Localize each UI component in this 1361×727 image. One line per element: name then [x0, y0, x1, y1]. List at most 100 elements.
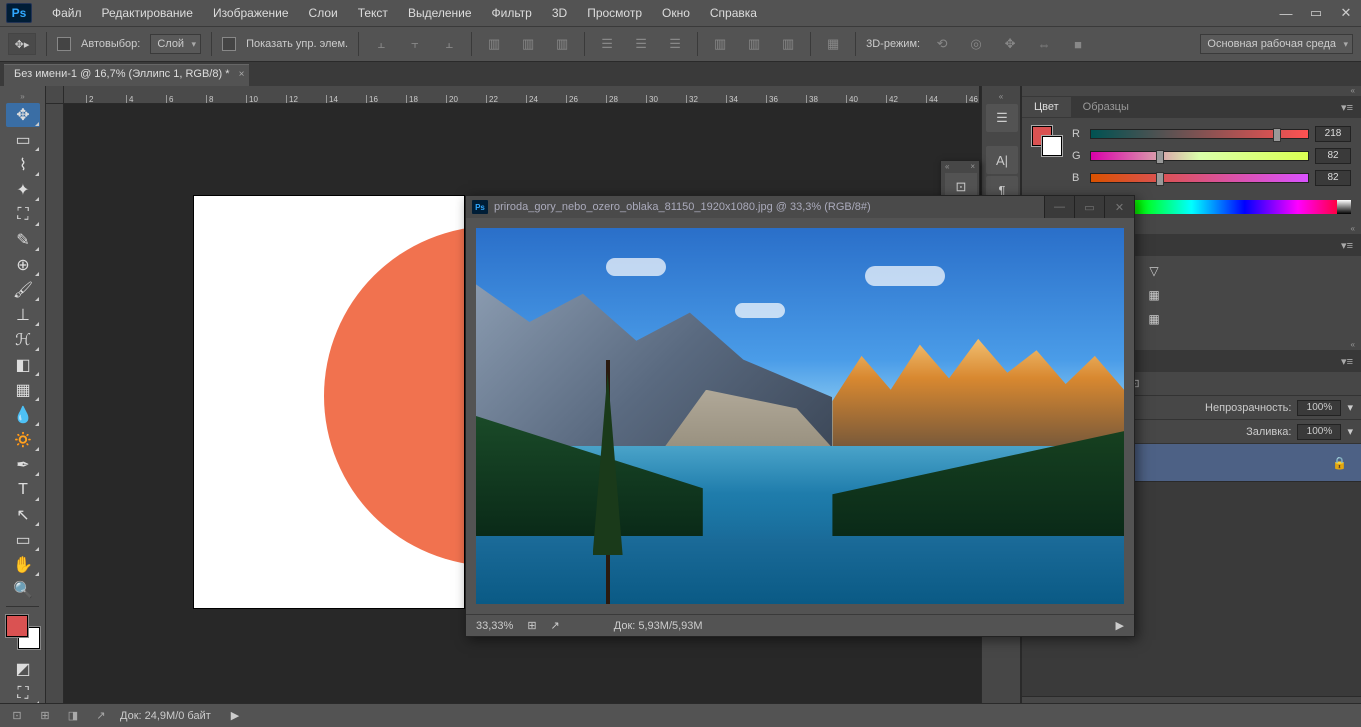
dropdown-icon[interactable]: ▾	[1347, 401, 1353, 414]
magic-wand-tool[interactable]: ✦	[6, 178, 40, 202]
maximize-button[interactable]: ▭	[1301, 0, 1331, 26]
menu-text[interactable]: Текст	[348, 2, 398, 24]
active-tool-icon[interactable]: ✥▸	[8, 33, 36, 55]
align-vcenter-icon[interactable]: ⫟	[403, 33, 427, 55]
menu-edit[interactable]: Редактирование	[92, 2, 203, 24]
move-tool[interactable]: ✥	[6, 103, 40, 127]
autoselect-mode-dropdown[interactable]: Слой	[150, 34, 201, 54]
stamp-tool[interactable]: ⊥	[6, 303, 40, 327]
distribute-icon[interactable]: ☰	[595, 33, 619, 55]
close-icon[interactable]: ×	[239, 69, 245, 80]
history-panel-icon[interactable]: ☰	[986, 104, 1018, 132]
float-minimize-button[interactable]: —	[1044, 196, 1074, 218]
float-status-icon[interactable]: ⊞	[527, 619, 536, 632]
blur-tool[interactable]: 💧	[6, 403, 40, 427]
panel-menu-icon[interactable]: ▾≡	[1333, 101, 1361, 114]
ellipse-shape[interactable]	[324, 226, 464, 566]
r-slider[interactable]	[1090, 129, 1309, 139]
shape-tool[interactable]: ▭	[6, 528, 40, 552]
mb-icon[interactable]: ⊡	[8, 708, 26, 724]
foreground-swatch[interactable]	[6, 615, 28, 637]
float-status-icon[interactable]: ↗	[551, 619, 560, 632]
g-slider[interactable]	[1090, 151, 1309, 161]
floating-document-window[interactable]: Ps priroda_gory_nebo_ozero_oblaka_81150_…	[465, 195, 1135, 637]
gradient-tool[interactable]: ▦	[6, 378, 40, 402]
type-tool[interactable]: T	[6, 478, 40, 502]
align-left-icon[interactable]: ▥	[482, 33, 506, 55]
3d-slide-icon[interactable]: ⇔	[1032, 33, 1056, 55]
play-icon[interactable]: ▶	[1116, 619, 1124, 632]
colorlookup-icon[interactable]: ▦	[1144, 286, 1164, 304]
menu-view[interactable]: Просмотр	[577, 2, 652, 24]
show-controls-checkbox[interactable]	[222, 37, 236, 51]
workspace-dropdown[interactable]: Основная рабочая среда	[1200, 34, 1353, 54]
minimize-button[interactable]: —	[1271, 0, 1301, 26]
g-value[interactable]: 82	[1315, 148, 1351, 164]
mb-icon[interactable]: ↗	[92, 708, 110, 724]
3d-zoom-icon[interactable]: ■	[1066, 33, 1090, 55]
distribute-h-icon[interactable]: ▥	[776, 33, 800, 55]
marquee-tool[interactable]: ▭	[6, 128, 40, 152]
lasso-tool[interactable]: ⌇	[6, 153, 40, 177]
crop-tool[interactable]: ⛶	[6, 203, 40, 227]
hand-tool[interactable]: ✋	[6, 553, 40, 577]
float-zoom-value[interactable]: 33,33%	[476, 620, 513, 632]
panel-bg-swatch[interactable]	[1042, 136, 1062, 156]
mb-icon[interactable]: ◨	[64, 708, 82, 724]
eyedropper-tool[interactable]: ✎	[6, 228, 40, 252]
fill-value[interactable]: 100%	[1297, 424, 1341, 440]
color-tab[interactable]: Цвет	[1022, 97, 1071, 117]
color-swatches[interactable]	[6, 615, 40, 649]
3d-orbit-icon[interactable]: ⟲	[930, 33, 954, 55]
float-maximize-button[interactable]: ▭	[1074, 196, 1104, 218]
r-value[interactable]: 218	[1315, 126, 1351, 142]
menu-help[interactable]: Справка	[700, 2, 767, 24]
menu-3d[interactable]: 3D	[542, 2, 577, 24]
float-close-button[interactable]: ✕	[1104, 196, 1134, 218]
distribute-h-icon[interactable]: ▥	[708, 33, 732, 55]
floating-title-bar[interactable]: Ps priroda_gory_nebo_ozero_oblaka_81150_…	[466, 196, 1134, 218]
history-brush-tool[interactable]: ℋ	[6, 328, 40, 352]
play-icon[interactable]: ▶	[231, 709, 239, 722]
document-image[interactable]	[476, 228, 1124, 604]
align-right-icon[interactable]: ▥	[550, 33, 574, 55]
3d-roll-icon[interactable]: ◎	[964, 33, 988, 55]
distribute-icon[interactable]: ☰	[663, 33, 687, 55]
expand-grip[interactable]: »	[0, 92, 45, 102]
dock-expand-grip[interactable]: «	[982, 92, 1020, 102]
dodge-tool[interactable]: 🔅	[6, 428, 40, 452]
distribute-h-icon[interactable]: ▥	[742, 33, 766, 55]
align-bottom-icon[interactable]: ⫠	[437, 33, 461, 55]
quickmask-tool[interactable]: ◩	[6, 657, 40, 681]
mb-icon[interactable]: ⊞	[36, 708, 54, 724]
document-canvas[interactable]	[194, 196, 464, 608]
panel-menu-icon[interactable]: ▾≡	[1333, 355, 1361, 368]
character-panel-icon[interactable]: A|	[986, 146, 1018, 174]
zoom-tool[interactable]: 🔍	[6, 578, 40, 602]
brush-tool[interactable]: 🖌	[6, 278, 40, 302]
ruler-horizontal[interactable]: 0246810121416182022242628303234363840424…	[46, 86, 979, 104]
dropdown-icon[interactable]: ▾	[1347, 425, 1353, 438]
selectivecolor-icon[interactable]: ▦	[1144, 310, 1164, 328]
menu-layers[interactable]: Слои	[299, 2, 348, 24]
opacity-value[interactable]: 100%	[1297, 400, 1341, 416]
healing-tool[interactable]: ⊕	[6, 253, 40, 277]
menu-image[interactable]: Изображение	[203, 2, 299, 24]
distribute-icon[interactable]: ☰	[629, 33, 653, 55]
pen-tool[interactable]: ✒	[6, 453, 40, 477]
lock-icon[interactable]: 🔒	[1332, 456, 1347, 470]
float-dock-grip[interactable]: «×	[941, 161, 979, 171]
align-top-icon[interactable]: ⫠	[369, 33, 393, 55]
b-value[interactable]: 82	[1315, 170, 1351, 186]
panel-color-swatches[interactable]	[1032, 126, 1062, 156]
menu-filter[interactable]: Фильтр	[482, 2, 542, 24]
align-hcenter-icon[interactable]: ▥	[516, 33, 540, 55]
swatches-tab[interactable]: Образцы	[1071, 97, 1141, 117]
path-select-tool[interactable]: ↖	[6, 503, 40, 527]
menu-window[interactable]: Окно	[652, 2, 700, 24]
3d-pan-icon[interactable]: ✥	[998, 33, 1022, 55]
status-docsize[interactable]: Док: 24,9M/0 байт	[120, 710, 211, 722]
float-docsize[interactable]: Док: 5,93M/5,93M	[614, 620, 703, 632]
ruler-corner[interactable]	[46, 86, 64, 104]
b-slider[interactable]	[1090, 173, 1309, 183]
